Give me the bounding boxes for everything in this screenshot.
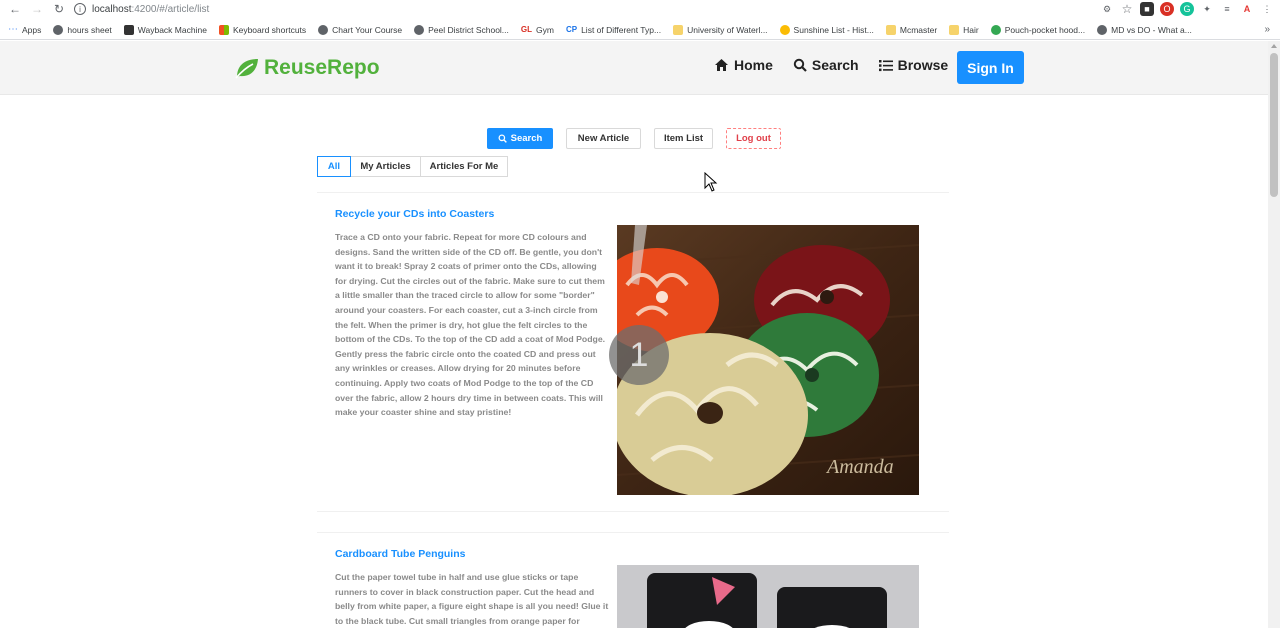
penguins-photo bbox=[617, 565, 919, 628]
browser-toolbar: ← → ↻ i localhost:4200/#/article/list ⚙ … bbox=[0, 0, 1280, 18]
article-title[interactable]: Cardboard Tube Penguins bbox=[335, 548, 465, 560]
profile-icon[interactable]: A bbox=[1240, 2, 1254, 16]
article-filter-tabs: All My Articles Articles For Me bbox=[317, 156, 508, 177]
nav-home[interactable]: Home bbox=[714, 57, 773, 73]
new-article-button[interactable]: New Article bbox=[566, 128, 641, 149]
article-body: Trace a CD onto your fabric. Repeat for … bbox=[335, 232, 606, 418]
reload-icon[interactable]: ↻ bbox=[48, 0, 70, 18]
tab-my-articles[interactable]: My Articles bbox=[350, 156, 421, 177]
bookmark-item[interactable]: Hair bbox=[949, 24, 979, 35]
star-icon[interactable]: ☆ bbox=[1120, 2, 1134, 16]
article-title[interactable]: Recycle your CDs into Coasters bbox=[335, 208, 494, 220]
mouse-cursor-icon bbox=[704, 172, 718, 192]
article-image bbox=[617, 565, 919, 628]
brand-logo[interactable]: ReuseRepo bbox=[234, 56, 380, 80]
url-host: localhost bbox=[92, 3, 132, 15]
leaf-icon bbox=[990, 24, 1001, 35]
bookmarks-bar: ⋯ Apps hours sheet Wayback Machine Keybo… bbox=[0, 20, 1280, 40]
folder-icon bbox=[885, 24, 896, 35]
page-scrollbar[interactable] bbox=[1268, 41, 1280, 628]
extension-bar: ⚙ ☆ ■ O G ✦ ≡ A ⋮ bbox=[1100, 1, 1274, 17]
bookmark-item[interactable]: Sunshine List - Hist... bbox=[779, 24, 874, 35]
item-list-button[interactable]: Item List bbox=[654, 128, 713, 149]
tab-all[interactable]: All bbox=[317, 156, 351, 177]
article-actions: Search New Article Item List Log out bbox=[487, 128, 781, 149]
bookmark-item[interactable]: GL Gym bbox=[521, 25, 554, 35]
bookmarks-overflow-icon[interactable]: » bbox=[1264, 24, 1270, 35]
bookmark-item[interactable]: Keyboard shortcuts bbox=[218, 24, 306, 35]
leaf-icon bbox=[235, 59, 258, 79]
nav-search[interactable]: Search bbox=[793, 57, 859, 73]
back-arrow-icon[interactable]: ← bbox=[4, 0, 26, 18]
cp-icon: CP bbox=[565, 25, 578, 34]
logout-button[interactable]: Log out bbox=[726, 128, 781, 149]
bookmark-item[interactable]: Wayback Machine bbox=[123, 24, 207, 35]
list-icon bbox=[878, 59, 893, 71]
microsoft-icon bbox=[218, 24, 229, 35]
sun-icon bbox=[779, 24, 790, 35]
search-icon bbox=[793, 58, 807, 72]
apps-grid-icon: ⋯ bbox=[8, 24, 18, 35]
forward-arrow-icon[interactable]: → bbox=[26, 0, 48, 18]
bookmark-item[interactable]: Peel District School... bbox=[414, 24, 509, 35]
key-icon[interactable]: ⚙ bbox=[1100, 2, 1114, 16]
address-bar[interactable]: i localhost:4200/#/article/list bbox=[74, 1, 1074, 17]
reading-list-icon[interactable]: ≡ bbox=[1220, 2, 1234, 16]
bookmark-apps[interactable]: ⋯ Apps bbox=[8, 24, 41, 35]
bookmark-item[interactable]: CP List of Different Typ... bbox=[566, 25, 661, 35]
opera-icon[interactable]: O bbox=[1160, 2, 1174, 16]
puzzle-icon[interactable]: ✦ bbox=[1200, 2, 1214, 16]
folder-icon bbox=[949, 24, 960, 35]
bookmark-item[interactable]: Chart Your Course bbox=[318, 24, 402, 35]
search-icon bbox=[498, 134, 507, 143]
home-icon bbox=[715, 59, 728, 71]
bookmark-item[interactable]: University of Waterl... bbox=[673, 24, 768, 35]
folder-icon bbox=[673, 24, 684, 35]
menu-icon[interactable]: ⋮ bbox=[1260, 2, 1274, 16]
extension-icon[interactable]: ■ bbox=[1140, 2, 1154, 16]
slide-number-overlay: 1 bbox=[609, 325, 669, 385]
article-body: Cut the paper towel tube in half and use… bbox=[335, 572, 609, 626]
photo-watermark: Amanda bbox=[825, 456, 894, 478]
scroll-thumb[interactable] bbox=[1270, 53, 1278, 197]
brand-name: ReuseRepo bbox=[264, 56, 380, 79]
app-header: ReuseRepo Home Search Browse Sign In bbox=[0, 41, 1268, 95]
grammarly-icon[interactable]: G bbox=[1180, 2, 1194, 16]
sign-in-button[interactable]: Sign In bbox=[957, 51, 1024, 84]
scroll-up-arrow-icon[interactable] bbox=[1271, 44, 1277, 48]
nav-browse[interactable]: Browse bbox=[878, 57, 948, 73]
search-button[interactable]: Search bbox=[487, 128, 553, 149]
globe-icon bbox=[53, 24, 64, 35]
bookmark-item[interactable]: MD vs DO - What a... bbox=[1097, 24, 1192, 35]
url-path: :4200/#/article/list bbox=[131, 3, 210, 15]
info-icon[interactable]: i bbox=[74, 3, 86, 15]
bookmark-item[interactable]: Pouch-pocket hood... bbox=[990, 24, 1085, 35]
gl-icon: GL bbox=[520, 25, 532, 34]
globe-icon bbox=[414, 24, 425, 35]
wayback-icon bbox=[123, 24, 134, 35]
tab-articles-for-me[interactable]: Articles For Me bbox=[420, 156, 508, 177]
bookmark-item[interactable]: Mcmaster bbox=[885, 24, 937, 35]
main-nav: Home Search Browse bbox=[714, 57, 948, 73]
article-card[interactable]: Cardboard Tube Penguins Cut the paper to… bbox=[317, 532, 949, 628]
globe-icon bbox=[1097, 24, 1108, 35]
bookmark-item[interactable]: hours sheet bbox=[53, 24, 112, 35]
globe-icon bbox=[318, 24, 329, 35]
